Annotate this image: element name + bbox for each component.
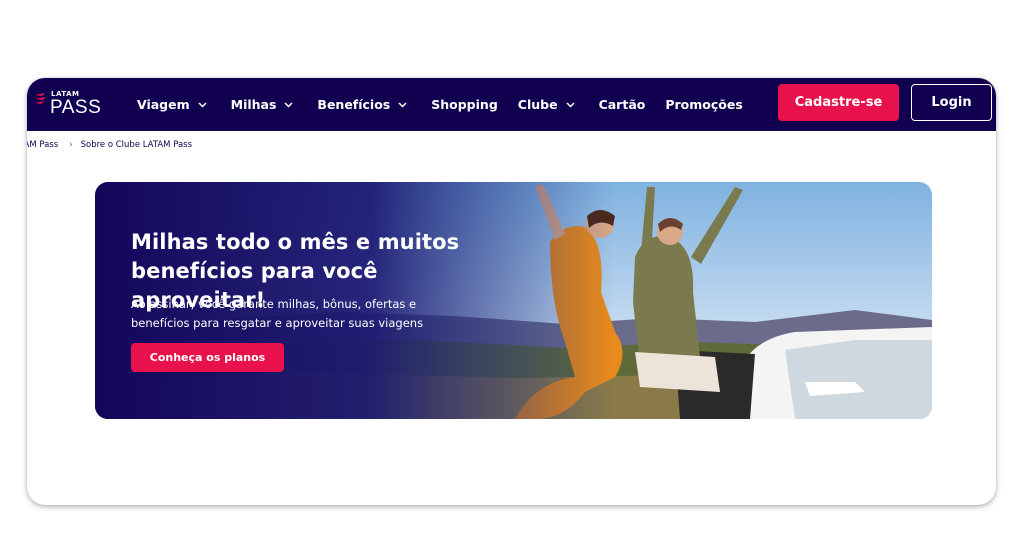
hero-banner: Milhas todo o mês e muitos benefícios pa… [95,182,932,419]
banner-subtitle: Ao assinar, você garante milhas, bônus, … [131,297,424,330]
nav-item-label: Viagem [137,97,190,112]
nav-item-cartao[interactable]: Cartão [599,97,646,112]
breadcrumb: TAM Pass › Sobre o Clube LATAM Pass [27,140,192,150]
top-navbar: LATAM PASS Viagem Milhas Benefícios Shop… [27,78,996,131]
breadcrumb-item-home[interactable]: TAM Pass [27,140,58,150]
nav-item-label: Promoções [665,97,743,112]
browser-window: LATAM PASS Viagem Milhas Benefícios Shop… [27,78,996,505]
login-button[interactable]: Login [911,84,992,121]
nav-item-shopping[interactable]: Shopping [431,97,498,112]
chevron-down-icon [566,101,575,108]
nav-item-label: Shopping [431,97,498,112]
chevron-down-icon [398,101,407,108]
nav-item-clube[interactable]: Clube [518,97,575,112]
signup-button[interactable]: Cadastre-se [778,84,899,121]
nav-item-beneficios[interactable]: Benefícios [317,97,407,112]
chevron-down-icon [284,101,293,108]
nav-item-label: Cartão [598,97,646,112]
nav-item-label: Benefícios [317,97,391,112]
nav-item-milhas[interactable]: Milhas [231,97,294,112]
nav-item-label: Milhas [230,97,277,112]
latam-pass-logo[interactable]: LATAM PASS [34,90,114,120]
main-nav: Viagem Milhas Benefícios Shopping Clube … [137,78,767,131]
breadcrumb-item-current: Sobre o Clube LATAM Pass [80,140,193,150]
latam-logo-icon [35,93,46,104]
nav-item-promocoes[interactable]: Promoções [665,97,742,112]
nav-item-label: Clube [517,97,558,112]
logo-text-pass: PASS [50,97,102,118]
chevron-down-icon [198,101,207,108]
nav-item-viagem[interactable]: Viagem [137,97,207,112]
see-plans-button[interactable]: Conheça os planos [131,343,284,372]
chevron-right-icon: › [69,140,73,150]
